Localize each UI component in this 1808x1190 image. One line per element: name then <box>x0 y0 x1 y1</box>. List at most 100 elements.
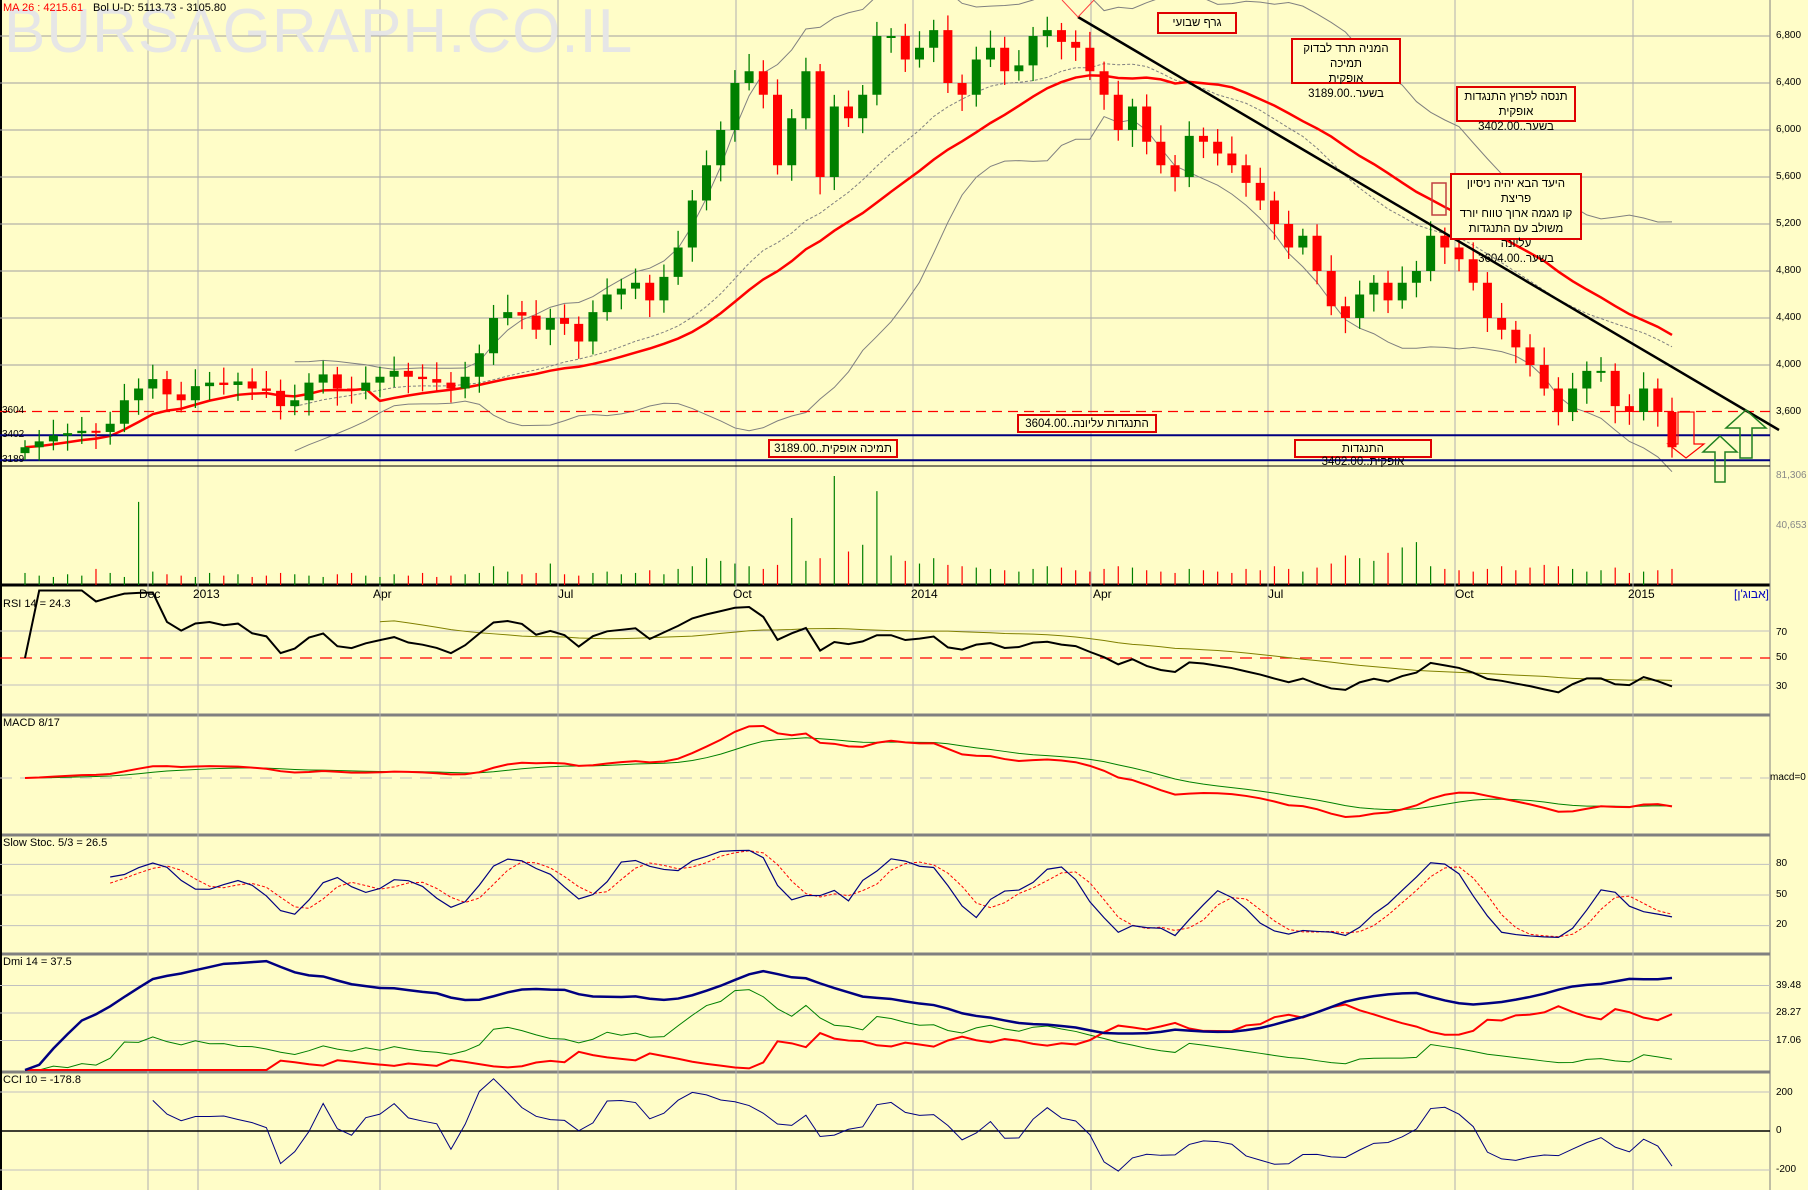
note-text: בשער..3402.00 <box>1478 121 1554 133</box>
candle-body <box>971 59 981 95</box>
candle-body <box>1127 106 1137 130</box>
candle-body <box>290 400 300 407</box>
macd-line <box>24 724 1673 818</box>
candle-body <box>1014 65 1024 72</box>
candle-body <box>276 390 286 407</box>
adx-line <box>24 959 1673 1072</box>
candle-body <box>1000 47 1010 72</box>
candle-body <box>20 447 30 454</box>
arrow-up-icon <box>1701 434 1739 483</box>
candle-body <box>63 433 73 436</box>
note-text: בשער..3604.00 <box>1478 253 1554 265</box>
candle-body <box>304 382 314 401</box>
candle-body <box>1397 282 1407 301</box>
candle-body <box>347 388 357 391</box>
note-text: תנסה לפרוץ התנגדות אופקית <box>1464 91 1568 118</box>
rsi-tick: 70 <box>1776 627 1788 638</box>
note-upper-resistance: התנגדות עליונה..3604.00 <box>1017 414 1157 433</box>
candle-body <box>1497 318 1507 330</box>
top-marker <box>1061 0 1095 18</box>
note-text: משולב עם התנגדות עליונה <box>1468 223 1564 250</box>
candle-body <box>1241 165 1251 183</box>
candle-body <box>105 423 115 432</box>
candle-body <box>914 47 924 60</box>
dmi-label: Dmi 14 = 37.5 <box>3 956 72 968</box>
dmi-tick: 39.48 <box>1776 980 1802 991</box>
rsi-tick: 50 <box>1776 652 1788 663</box>
note-weekly: גרף שבועי <box>1157 12 1237 34</box>
date-tick: Jul <box>1268 587 1284 601</box>
price-tick: 6,000 <box>1776 124 1802 135</box>
candle-body <box>489 318 499 354</box>
candle-body <box>545 318 555 330</box>
candle-body <box>1056 30 1066 42</box>
bollinger-label: Bol U-D: 5113.73 - 3105.80 <box>93 2 227 14</box>
rsi-average <box>379 620 1673 681</box>
candle-body <box>1198 135 1208 142</box>
volume-tick: 81,306 <box>1776 470 1807 481</box>
stoch-tick: 80 <box>1776 858 1788 869</box>
note-target: היעד הבא יהיה ניסיון פריצת קו מגמה ארוך ט… <box>1450 173 1582 265</box>
dmi-tick: 28.27 <box>1776 1007 1802 1018</box>
price-tick: 4,000 <box>1776 359 1802 370</box>
candle-body <box>1326 271 1336 307</box>
candle-body <box>1099 71 1109 95</box>
price-tick: 5,600 <box>1776 171 1802 182</box>
note-text: גרף שבועי <box>1172 17 1222 29</box>
candle-body <box>730 83 740 130</box>
candle-body <box>233 381 243 385</box>
stoch-k-line <box>110 849 1673 938</box>
candle-body <box>659 276 669 301</box>
price-tick: 6,800 <box>1776 30 1802 41</box>
candle-body <box>1482 282 1492 318</box>
macd-label: MACD 8/17 <box>3 717 60 729</box>
candle-body <box>389 370 399 377</box>
candle-body <box>432 379 442 383</box>
candle-body <box>1085 47 1095 72</box>
candle-body <box>361 382 371 391</box>
dmi-minus-line <box>25 1003 1673 1071</box>
candle-body <box>1028 36 1038 66</box>
level-label-3604: 3604 <box>2 405 25 416</box>
candle-body <box>744 71 754 83</box>
candle-body <box>1553 388 1563 412</box>
candle-body <box>716 130 726 166</box>
candle-body <box>190 386 200 401</box>
candle-body <box>602 294 612 313</box>
candle-body <box>261 388 271 391</box>
candle-body <box>616 288 626 295</box>
note-support: המניה תרד לבדוק תמיכה אופקית בשער..3189.0… <box>1291 38 1401 100</box>
price-tick: 5,200 <box>1776 218 1802 229</box>
date-tick: Oct <box>733 587 752 601</box>
volume-tick: 40,653 <box>1776 520 1807 531</box>
candle-body <box>1142 106 1152 142</box>
symbol-label: [אבוג'ן] <box>1734 587 1769 601</box>
candle-body <box>1624 406 1634 412</box>
price-tick: 4,800 <box>1776 265 1802 276</box>
candle-body <box>403 370 413 377</box>
candle-body <box>48 435 58 442</box>
note-text: תמיכה אופקית..3189.00 <box>774 443 892 455</box>
candle-body <box>91 430 101 433</box>
candle-body <box>517 312 527 316</box>
candle-body <box>77 430 87 434</box>
note-text: התנגדות עליונה..3604.00 <box>1025 418 1149 430</box>
date-tick: 2013 <box>193 587 220 601</box>
note-text: היעד הבא יהיה ניסיון פריצת <box>1466 178 1566 205</box>
date-tick: Jul <box>558 587 574 601</box>
candle-body <box>1170 165 1180 177</box>
stoch-label: Slow Stoc. 5/3 = 26.5 <box>3 837 108 849</box>
candle-body <box>631 282 641 289</box>
candle-body <box>1525 347 1535 365</box>
stoch-tick: 50 <box>1776 889 1788 900</box>
candle-body <box>687 200 697 248</box>
candle-body <box>673 247 683 277</box>
candle-body <box>474 353 484 377</box>
candle-body <box>929 30 939 48</box>
price-tick: 4,400 <box>1776 312 1802 323</box>
note-text: קו מגמה ארוך טווח יורד <box>1459 208 1573 220</box>
candle-body <box>1383 282 1393 301</box>
candle-body <box>219 382 229 385</box>
rsi-tick: 30 <box>1776 681 1788 692</box>
candle-body <box>858 94 868 119</box>
